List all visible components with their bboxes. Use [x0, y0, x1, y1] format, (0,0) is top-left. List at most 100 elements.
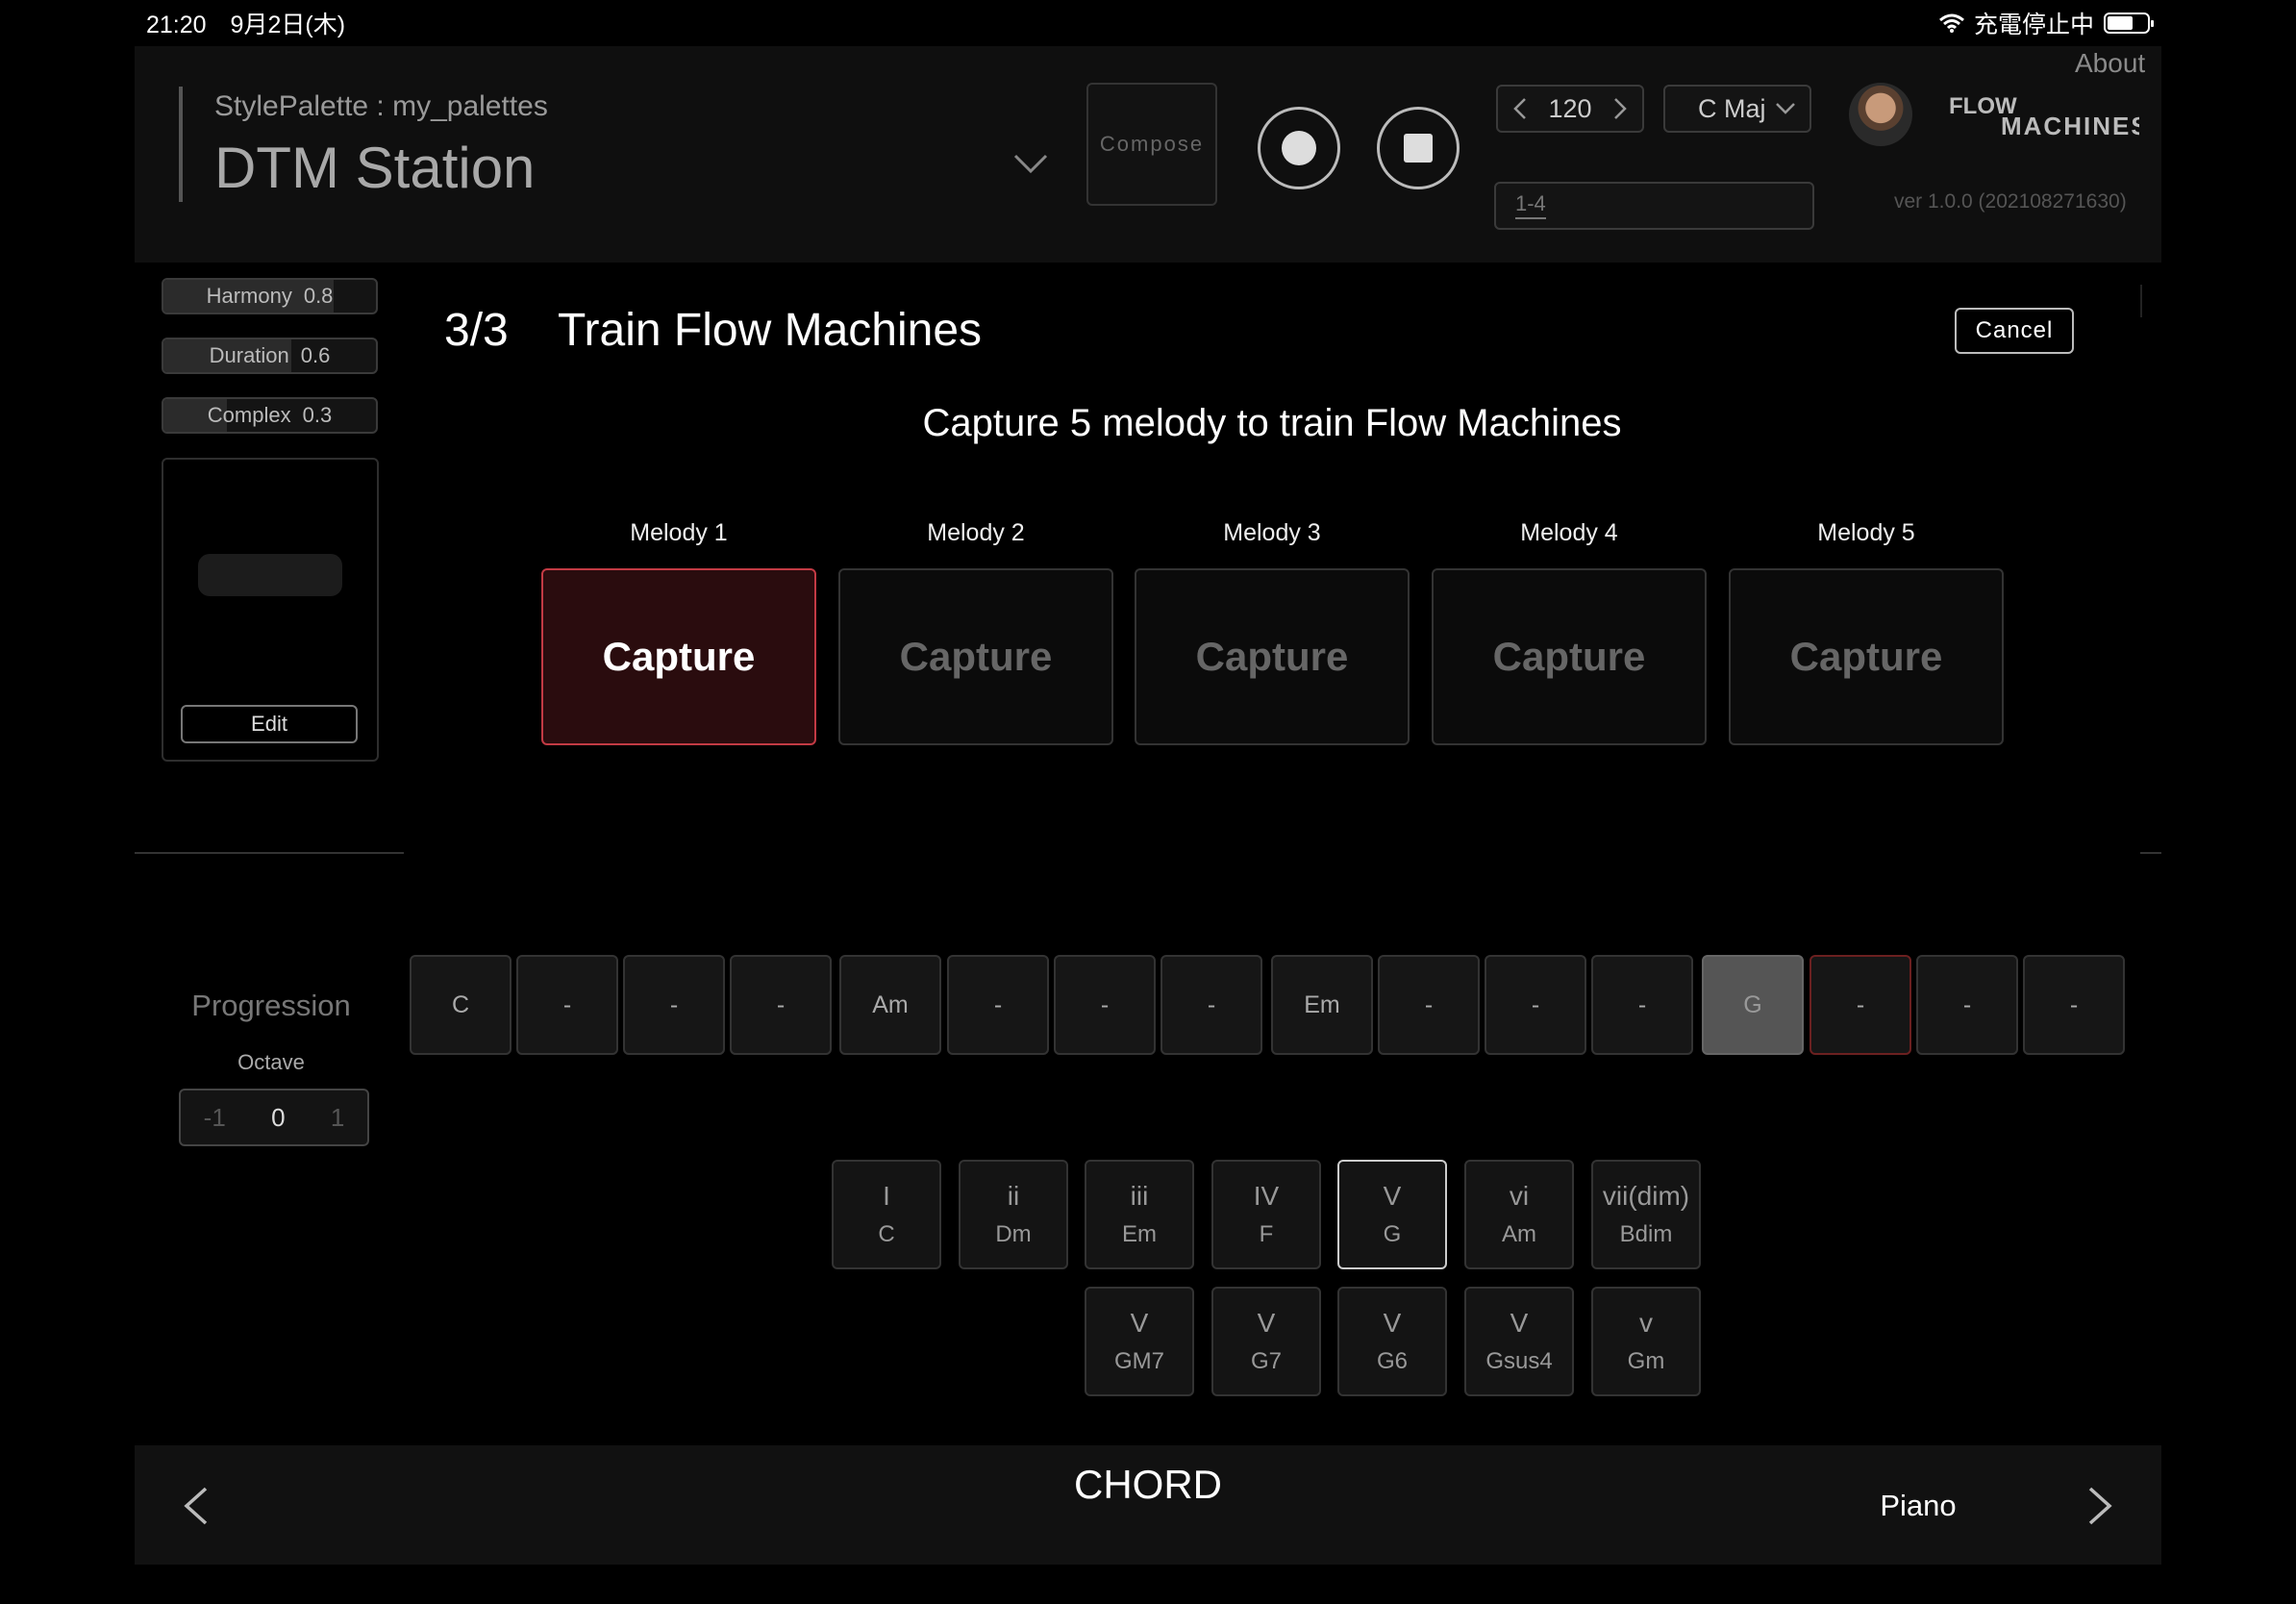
version-label: ver 1.0.0 (202108271630) — [1894, 190, 2127, 213]
chevron-left-icon[interactable] — [179, 1485, 212, 1527]
progression-cell[interactable]: C — [410, 955, 512, 1055]
chevron-right-icon[interactable] — [1613, 97, 1627, 120]
progression-cell[interactable]: - — [623, 955, 725, 1055]
chord-name: G7 — [1250, 1348, 1282, 1374]
user-avatar[interactable] — [1849, 83, 1912, 146]
capture-melody-5-button[interactable]: Capture — [1729, 568, 2004, 745]
octave-option[interactable]: -1 — [204, 1103, 226, 1133]
instrument-label[interactable]: Piano — [1827, 1489, 2009, 1523]
battery-icon — [2104, 13, 2154, 34]
about-link[interactable]: About — [2075, 48, 2145, 79]
slider-value: 0.3 — [302, 403, 333, 427]
style-palette-label: StylePalette : my_palettes — [214, 90, 548, 122]
chord-name: Gsus4 — [1485, 1348, 1553, 1374]
progression-cell[interactable]: - — [1591, 955, 1693, 1055]
key-select[interactable]: C Maj — [1663, 85, 1811, 133]
record-icon — [1282, 131, 1316, 165]
chord-button[interactable]: IC — [832, 1160, 941, 1269]
charging-status: 充電停止中 — [1973, 12, 2094, 38]
chevron-down-icon[interactable] — [1011, 144, 1050, 183]
chord-button[interactable]: VG — [1337, 1160, 1447, 1269]
cancel-button[interactable]: Cancel — [1955, 308, 2074, 354]
chord-name: Em — [1122, 1221, 1157, 1247]
wifi-icon — [1939, 13, 1964, 33]
progression-cell[interactable]: Am — [839, 955, 941, 1055]
progression-cell[interactable]: G — [1702, 955, 1804, 1055]
chord-button[interactable]: v Gm — [1591, 1287, 1701, 1396]
pad-indicator — [198, 554, 342, 596]
progression-cell[interactable]: - — [1809, 955, 1911, 1055]
chord-numeral: V — [1510, 1308, 1529, 1338]
melody-label: Melody 3 — [1223, 519, 1321, 546]
stop-button[interactable] — [1377, 107, 1460, 189]
tempo-stepper[interactable]: 120 — [1496, 85, 1644, 133]
chord-button[interactable]: vi Am — [1464, 1160, 1574, 1269]
tempo-value: 120 — [1548, 93, 1592, 123]
logo-line2: MACHINES — [2001, 112, 2139, 137]
chevron-left-icon[interactable] — [1513, 97, 1527, 120]
chevron-right-icon[interactable] — [2084, 1485, 2117, 1527]
header-accent-bar — [179, 87, 183, 202]
chevron-down-icon — [1776, 103, 1795, 114]
chord-button[interactable]: V Gsus4 — [1464, 1287, 1574, 1396]
harmony-slider[interactable]: Harmony 0.8 — [162, 278, 378, 314]
octave-option[interactable]: 0 — [271, 1103, 285, 1133]
capture-melody-2-button[interactable]: Capture — [838, 568, 1113, 745]
octave-selector[interactable]: -1 0 1 — [179, 1089, 369, 1146]
capture-melody-4-button[interactable]: Capture — [1432, 568, 1707, 745]
chord-button[interactable]: V G6 — [1337, 1287, 1447, 1396]
chord-name: Dm — [995, 1221, 1032, 1247]
compose-button[interactable]: Compose — [1086, 83, 1217, 206]
divider — [135, 852, 404, 854]
octave-label: Octave — [237, 1050, 305, 1074]
progression-cell[interactable]: - — [516, 955, 618, 1055]
chord-numeral: IV — [1253, 1181, 1280, 1211]
chord-button[interactable]: iii Em — [1085, 1160, 1194, 1269]
chord-name: G — [1383, 1221, 1402, 1247]
progression-cell[interactable]: Em — [1271, 955, 1373, 1055]
flow-machines-logo: FLOW MACHINES — [1949, 93, 2139, 137]
progression-cell[interactable]: - — [1160, 955, 1262, 1055]
chord-button[interactable]: IV F — [1211, 1160, 1321, 1269]
progression-cell[interactable]: - — [1916, 955, 2018, 1055]
station-title: DTM Station — [214, 136, 536, 200]
chord-numeral: ii — [1007, 1181, 1020, 1211]
melody-label: Melody 1 — [630, 519, 728, 546]
chord-numeral: vii(dim) — [1602, 1181, 1690, 1211]
training-title: Train Flow Machines — [558, 305, 983, 356]
slider-label: Complex — [207, 403, 291, 427]
chord-name: Bdim — [1619, 1221, 1673, 1247]
capture-melody-1-button[interactable]: Capture — [541, 568, 816, 745]
chord-button[interactable]: V GM7 — [1085, 1287, 1194, 1396]
melody-label: Melody 5 — [1817, 519, 1915, 546]
melody-label: Melody 4 — [1520, 519, 1618, 546]
complex-slider[interactable]: Complex 0.3 — [162, 397, 378, 434]
progression-cell[interactable]: - — [2023, 955, 2125, 1055]
progression-cell[interactable]: - — [947, 955, 1049, 1055]
chord-name: Gm — [1627, 1348, 1665, 1374]
chord-button[interactable]: vii(dim) Bdim — [1591, 1160, 1701, 1269]
progression-cell[interactable]: - — [1378, 955, 1480, 1055]
stop-icon — [1404, 134, 1433, 163]
slider-value: 0.8 — [303, 284, 334, 308]
slider-value: 0.6 — [300, 343, 331, 367]
divider — [2140, 285, 2142, 317]
training-instructions: Capture 5 melody to train Flow Machines — [922, 402, 1622, 444]
progression-cell[interactable]: - — [730, 955, 832, 1055]
octave-option[interactable]: 1 — [331, 1103, 344, 1133]
chord-button[interactable]: ii Dm — [959, 1160, 1068, 1269]
progression-cell[interactable]: - — [1485, 955, 1586, 1055]
progression-cell[interactable]: - — [1054, 955, 1156, 1055]
chord-name: F — [1259, 1221, 1274, 1247]
chord-numeral: I — [883, 1181, 890, 1211]
chord-name: G6 — [1376, 1348, 1408, 1374]
chord-numeral: V — [1257, 1308, 1276, 1338]
record-button[interactable] — [1258, 107, 1340, 189]
capture-melody-3-button[interactable]: Capture — [1135, 568, 1410, 745]
chord-numeral: vi — [1509, 1181, 1530, 1211]
chord-numeral: iii — [1130, 1181, 1149, 1211]
chord-button[interactable]: V G7 — [1211, 1287, 1321, 1396]
duration-slider[interactable]: Duration 0.6 — [162, 338, 378, 374]
edit-button[interactable]: Edit — [181, 705, 358, 743]
bar-range-input[interactable]: 1-4 — [1494, 182, 1814, 230]
